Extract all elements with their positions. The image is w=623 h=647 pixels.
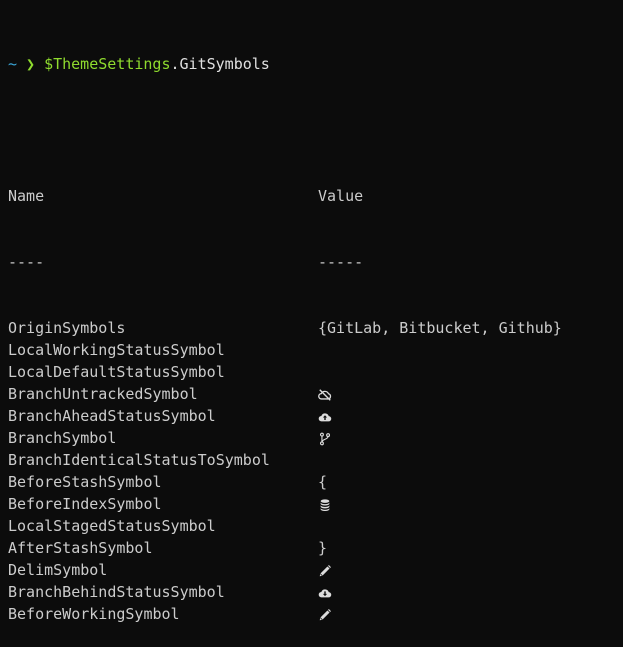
table-row-branch-ahead-status-symbol: BranchAheadStatusSymbol [8, 405, 623, 427]
row-value: } [318, 539, 328, 557]
table-row-delim-symbol: DelimSymbol [8, 559, 623, 581]
row-name: LocalStagedStatusSymbol [8, 517, 216, 535]
row-name: BeforeStashSymbol [8, 473, 162, 491]
prompt-arrow: ❯ [26, 55, 36, 73]
database-icon [318, 498, 332, 512]
header-name: Name [8, 187, 45, 205]
row-name: LocalWorkingStatusSymbol [8, 341, 225, 359]
table-header: Name Value [8, 185, 623, 207]
row-name: BranchSymbol [8, 429, 117, 447]
prompt-home: ~ [8, 55, 18, 73]
row-name: BranchAheadStatusSymbol [8, 407, 216, 425]
table-row-after-stash-symbol: AfterStashSymbol} [8, 537, 623, 559]
row-name: BranchUntrackedSymbol [8, 385, 198, 403]
command-dot: . [170, 55, 180, 73]
table-row-before-stash-symbol: BeforeStashSymbol { [8, 471, 623, 493]
table-row-before-index-symbol: BeforeIndexSymbol [8, 493, 623, 515]
table-row-branch-identical-status-to-symbol: BranchIdenticalStatusToSymbol [8, 449, 623, 471]
cloud-upload-icon [318, 410, 332, 424]
row-name: BeforeIndexSymbol [8, 495, 162, 513]
row-value [318, 427, 332, 449]
table-row-local-default-status-symbol: LocalDefaultStatusSymbol [8, 361, 623, 383]
row-value [318, 383, 332, 405]
row-value: { [318, 473, 328, 491]
pencil-icon [318, 608, 332, 622]
row-value [318, 493, 332, 515]
row-name: BranchIdenticalStatusToSymbol [8, 451, 270, 469]
command-property: GitSymbols [179, 55, 270, 73]
table-rows: OriginSymbols {GitLab, Bitbucket, Github}… [8, 317, 623, 625]
table-row-branch-behind-status-symbol: BranchBehindStatusSymbol [8, 581, 623, 603]
row-value [318, 581, 332, 603]
table-row-branch-untracked-symbol: BranchUntrackedSymbol [8, 383, 623, 405]
cloud-off-icon [318, 388, 332, 402]
pencil-icon [318, 564, 332, 578]
underline-value: ----- [318, 253, 364, 271]
row-name: OriginSymbols [8, 319, 126, 337]
prompt-line: ~ ❯ $ThemeSettings. GitSymbols [8, 53, 623, 75]
row-name: AfterStashSymbol [8, 539, 153, 557]
row-name: DelimSymbol [8, 561, 108, 579]
table-row-local-working-status-symbol: LocalWorkingStatusSymbol [8, 339, 623, 361]
underline-name: ---- [8, 253, 45, 271]
table-row-origin-symbols: OriginSymbols {GitLab, Bitbucket, Github} [8, 317, 623, 339]
table-row-local-staged-status-symbol: LocalStagedStatusSymbol [8, 515, 623, 537]
table-row-before-working-symbol: BeforeWorkingSymbol [8, 603, 623, 625]
cloud-download-icon [318, 586, 332, 600]
command-variable: $ThemeSettings [44, 55, 171, 73]
git-branch-icon [318, 432, 332, 446]
table-row-branch-symbol: BranchSymbol [8, 427, 623, 449]
row-name: BranchBehindStatusSymbol [8, 583, 225, 601]
row-value [318, 559, 332, 581]
row-value: {GitLab, Bitbucket, Github} [318, 319, 562, 337]
header-value: Value [318, 187, 364, 205]
row-value [318, 603, 332, 625]
row-value [318, 405, 332, 427]
terminal-window[interactable]: ~ ❯ $ThemeSettings. GitSymbols Name Value … [0, 0, 623, 623]
table-header-underline: ---- ----- [8, 251, 623, 273]
row-name: LocalDefaultStatusSymbol [8, 363, 225, 381]
row-name: BeforeWorkingSymbol [8, 605, 180, 623]
